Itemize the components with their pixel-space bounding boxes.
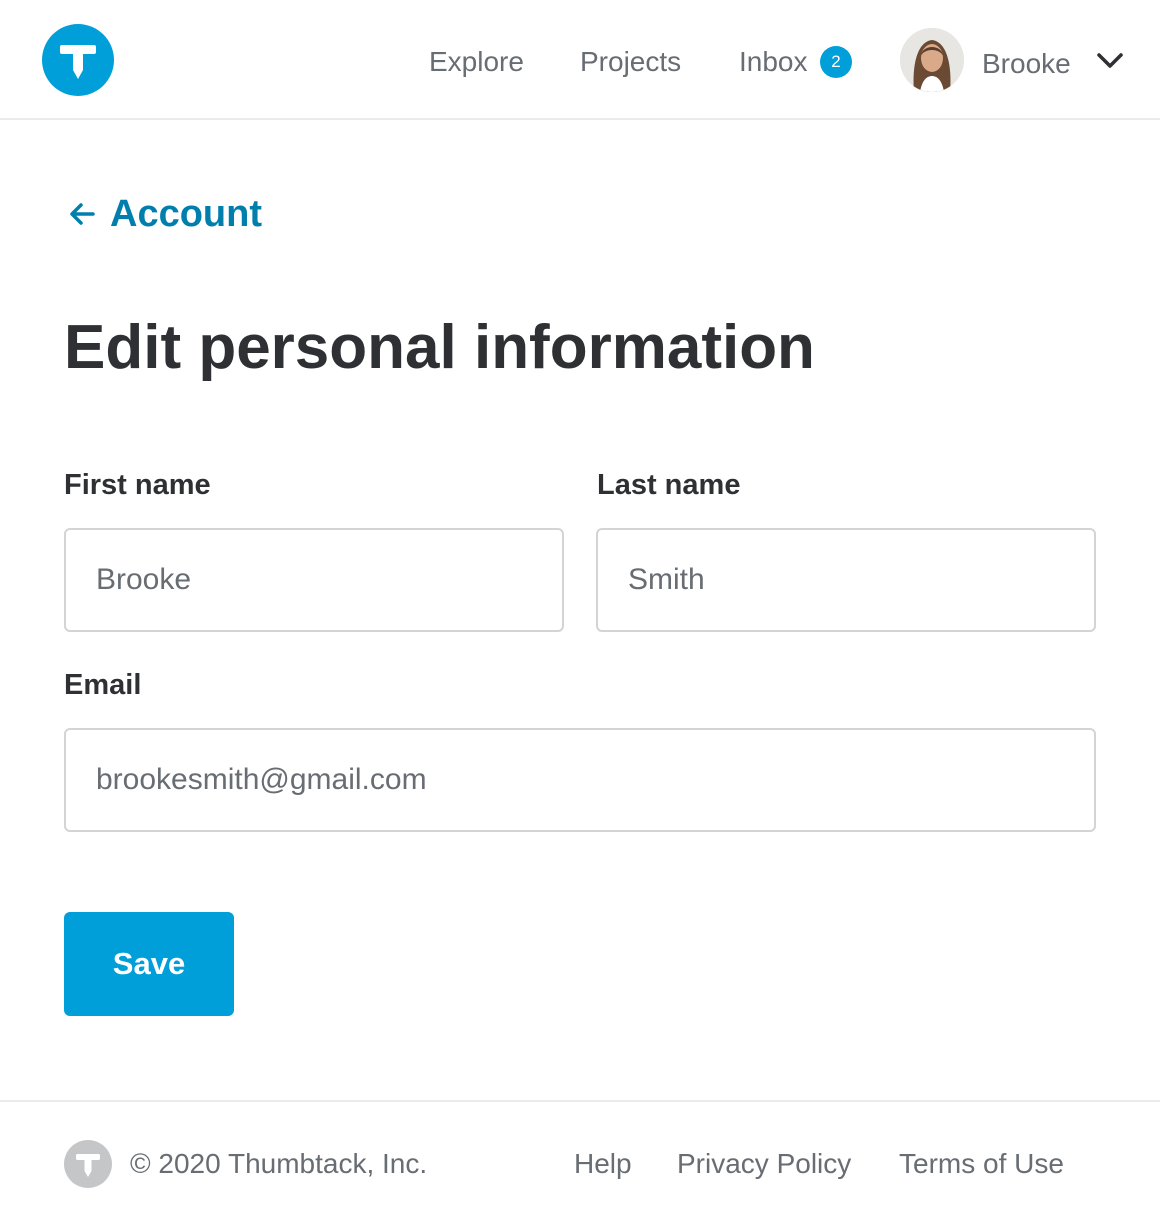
footer: © 2020 Thumbtack, Inc. Help Privacy Poli…	[0, 1100, 1160, 1228]
last-name-input[interactable]	[596, 528, 1096, 632]
user-name[interactable]: Brooke	[982, 46, 1071, 82]
back-link-label: Account	[110, 193, 262, 235]
footer-terms-of-use-link[interactable]: Terms of Use	[899, 1146, 1064, 1182]
nav-inbox-link[interactable]: Inbox	[739, 44, 808, 80]
arrow-left-icon	[70, 203, 95, 225]
top-navigation-bar: Explore Projects Inbox 2 Brooke	[0, 0, 1160, 120]
inbox-count-badge: 2	[820, 46, 852, 78]
thumbtack-logo-icon[interactable]	[42, 24, 114, 96]
email-label: Email	[64, 669, 142, 701]
copyright-text: © 2020 Thumbtack, Inc.	[130, 1148, 428, 1179]
user-avatar[interactable]	[900, 28, 964, 92]
page-title: Edit personal information	[64, 313, 815, 382]
save-button[interactable]: Save	[64, 912, 234, 1016]
back-to-account-link[interactable]: Account	[66, 192, 262, 236]
chevron-down-icon[interactable]	[1096, 50, 1124, 72]
thumbtack-logo-icon	[64, 1140, 112, 1188]
footer-privacy-policy-link[interactable]: Privacy Policy	[677, 1146, 851, 1182]
nav-explore-link[interactable]: Explore	[429, 44, 524, 80]
email-input[interactable]	[64, 728, 1096, 832]
last-name-label: Last name	[597, 469, 741, 501]
footer-help-link[interactable]: Help	[574, 1146, 632, 1182]
first-name-input[interactable]	[64, 528, 564, 632]
first-name-label: First name	[64, 469, 211, 501]
nav-projects-link[interactable]: Projects	[580, 44, 681, 80]
